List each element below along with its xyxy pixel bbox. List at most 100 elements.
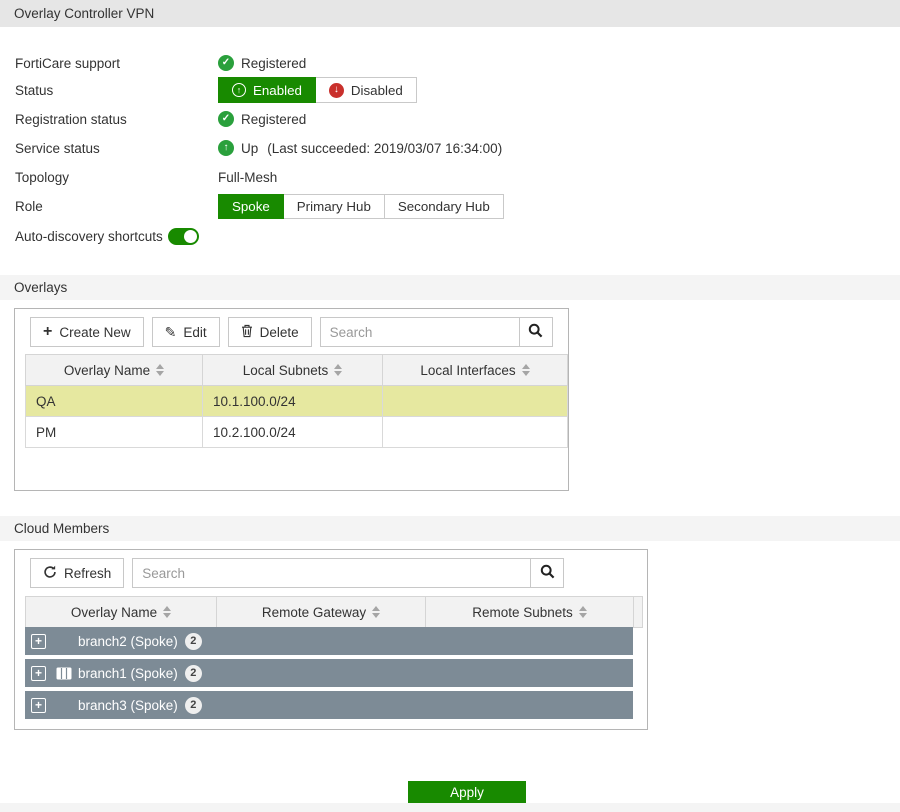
overlays-search <box>320 317 553 347</box>
cloud-members-search-input[interactable] <box>133 559 530 587</box>
overlays-search-button[interactable] <box>519 318 552 346</box>
cloud-members-table: Overlay Name Remote Gateway Remote Subne… <box>25 596 643 628</box>
topology-row: Topology Full-Mesh <box>15 166 277 188</box>
registration-row: Registration status ✓ Registered <box>15 108 306 130</box>
role-secondary-hub-label: Secondary Hub <box>398 199 490 214</box>
role-primary-hub-button[interactable]: Primary Hub <box>284 194 385 219</box>
column-header-spacer <box>634 597 643 628</box>
topology-value: Full-Mesh <box>218 170 277 185</box>
overlays-header-row: Overlay Name Local Subnets Local Interfa… <box>26 355 568 386</box>
forticare-row: FortiCare support ✓ Registered <box>15 52 306 74</box>
overlays-search-input[interactable] <box>321 318 519 346</box>
count-badge: 2 <box>185 665 202 682</box>
auto-discovery-label: Auto-discovery shortcuts <box>15 229 163 244</box>
status-disabled-label: Disabled <box>351 83 403 98</box>
auto-discovery-row: Auto-discovery shortcuts <box>15 225 199 247</box>
role-primary-hub-label: Primary Hub <box>297 199 371 214</box>
create-new-label: Create New <box>59 325 130 340</box>
status-enabled-label: Enabled <box>253 83 302 98</box>
overlays-section-bar: Overlays <box>0 275 900 300</box>
down-arrow-circle-icon: ↓ <box>329 83 344 98</box>
cell-local-subnets: 10.2.100.0/24 <box>203 417 383 448</box>
up-arrow-circle-icon: ↑ <box>232 83 246 97</box>
edit-button[interactable]: ✎ Edit <box>152 317 220 347</box>
sort-icon <box>163 606 171 618</box>
trash-icon <box>241 324 253 341</box>
service-status-detail: (Last succeeded: 2019/03/07 16:34:00) <box>267 141 502 156</box>
status-segmented-control: ↑ Enabled ↓ Disabled <box>218 77 417 103</box>
group-row-branch2[interactable]: + branch2 (Spoke) 2 <box>25 627 633 655</box>
cloud-members-section-bar: Cloud Members <box>0 516 900 541</box>
expand-plus-icon[interactable]: + <box>31 698 46 713</box>
overlays-toolbar: + Create New ✎ Edit Delete <box>30 317 553 347</box>
refresh-label: Refresh <box>64 566 111 581</box>
column-header-overlay-name[interactable]: Overlay Name <box>26 597 217 628</box>
role-segmented-control: Spoke Primary Hub Secondary Hub <box>218 194 504 219</box>
cloud-members-toolbar: Refresh <box>30 558 564 588</box>
overlay-name-header-label: Overlay Name <box>71 605 157 620</box>
page-title: Overlay Controller VPN <box>14 6 154 21</box>
status-row: Status ↑ Enabled ↓ Disabled <box>15 77 417 103</box>
service-status-label: Service status <box>15 141 218 156</box>
topology-label: Topology <box>15 170 218 185</box>
apply-button[interactable]: Apply <box>408 781 526 803</box>
remote-subnets-header-label: Remote Subnets <box>472 605 573 620</box>
cloud-members-search <box>132 558 564 588</box>
toggle-knob <box>184 230 197 243</box>
up-circle-icon: ↑ <box>218 140 234 156</box>
sort-icon <box>334 364 342 376</box>
remote-gateway-header-label: Remote Gateway <box>262 605 366 620</box>
overlays-panel: + Create New ✎ Edit Delete <box>14 308 569 491</box>
group-row-branch1[interactable]: + branch1 (Spoke) 2 <box>25 659 633 687</box>
plus-icon: + <box>43 324 52 340</box>
overlay-name-header-label: Overlay Name <box>64 363 150 378</box>
sort-icon <box>372 606 380 618</box>
column-header-remote-gateway[interactable]: Remote Gateway <box>217 597 426 628</box>
pencil-icon: ✎ <box>165 325 177 339</box>
create-new-button[interactable]: + Create New <box>30 317 144 347</box>
magnifier-icon <box>528 323 543 341</box>
page-title-bar: Overlay Controller VPN <box>0 0 900 27</box>
check-circle-icon: ✓ <box>218 111 234 127</box>
status-enabled-button[interactable]: ↑ Enabled <box>218 77 316 103</box>
count-badge: 2 <box>185 633 202 650</box>
table-row-pm[interactable]: PM 10.2.100.0/24 <box>26 417 568 448</box>
status-label: Status <box>15 83 218 98</box>
expand-plus-icon[interactable]: + <box>31 666 46 681</box>
cell-local-interfaces <box>383 417 568 448</box>
column-header-remote-subnets[interactable]: Remote Subnets <box>426 597 634 628</box>
cloud-members-search-button[interactable] <box>530 559 563 587</box>
cell-local-interfaces <box>383 386 568 417</box>
refresh-button[interactable]: Refresh <box>30 558 124 588</box>
role-secondary-hub-button[interactable]: Secondary Hub <box>385 194 504 219</box>
role-spoke-button[interactable]: Spoke <box>218 194 284 219</box>
cloud-members-section-title: Cloud Members <box>14 521 109 536</box>
cloud-members-panel: Refresh Overlay Name Remote Gatew <box>14 549 648 730</box>
column-header-local-interfaces[interactable]: Local Interfaces <box>383 355 568 386</box>
cell-overlay-name: PM <box>26 417 203 448</box>
expand-plus-icon[interactable]: + <box>31 634 46 649</box>
local-subnets-header-label: Local Subnets <box>243 363 329 378</box>
footer-divider <box>0 803 900 812</box>
magnifier-icon <box>540 564 555 582</box>
cell-local-subnets: 10.1.100.0/24 <box>203 386 383 417</box>
auto-discovery-toggle[interactable] <box>168 228 199 245</box>
count-badge: 2 <box>185 697 202 714</box>
cloud-members-header-row: Overlay Name Remote Gateway Remote Subne… <box>26 597 643 628</box>
role-row: Role Spoke Primary Hub Secondary Hub <box>15 194 504 219</box>
group-name: branch3 (Spoke) <box>78 698 178 713</box>
group-name: branch1 (Spoke) <box>78 666 178 681</box>
column-header-local-subnets[interactable]: Local Subnets <box>203 355 383 386</box>
role-label: Role <box>15 199 218 214</box>
sort-icon <box>156 364 164 376</box>
refresh-icon <box>43 565 57 582</box>
group-row-branch3[interactable]: + branch3 (Spoke) 2 <box>25 691 633 719</box>
registration-value: Registered <box>241 112 306 127</box>
table-row-qa[interactable]: QA 10.1.100.0/24 <box>26 386 568 417</box>
delete-button[interactable]: Delete <box>228 317 312 347</box>
status-disabled-button[interactable]: ↓ Disabled <box>316 77 417 103</box>
check-circle-icon: ✓ <box>218 55 234 71</box>
column-header-overlay-name[interactable]: Overlay Name <box>26 355 203 386</box>
role-spoke-label: Spoke <box>232 199 270 214</box>
page: Overlay Controller VPN FortiCare support… <box>0 0 900 812</box>
